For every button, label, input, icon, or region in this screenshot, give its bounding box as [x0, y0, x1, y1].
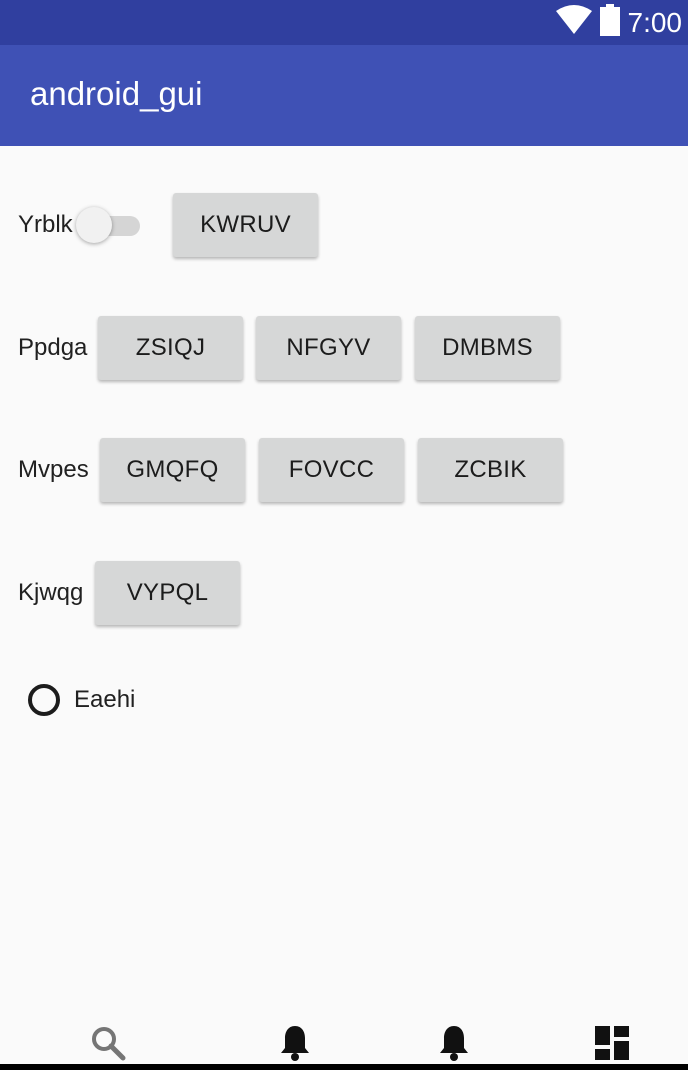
- notifications-icon: [279, 1024, 311, 1067]
- notifications-icon: [438, 1024, 470, 1067]
- kwruv-button[interactable]: KWRUV: [173, 193, 318, 257]
- dmbms-button[interactable]: DMBMS: [415, 316, 560, 380]
- wifi-icon: [555, 5, 592, 40]
- row-label-kjwqg: Kjwqg: [18, 579, 84, 606]
- row-label-mvpes: Mvpes: [18, 456, 89, 483]
- zcbik-button[interactable]: ZCBIK: [418, 438, 563, 502]
- vypql-button[interactable]: VYPQL: [95, 561, 240, 625]
- battery-icon: [599, 4, 620, 41]
- bottom-navigation: [0, 1015, 688, 1070]
- fovcc-button[interactable]: FOVCC: [259, 438, 404, 502]
- row-mvpes: Mvpes GMQFQ FOVCC ZCBIK: [0, 435, 688, 505]
- row-kjwqg: Kjwqg VYPQL: [0, 558, 688, 628]
- app-title: android_gui: [30, 75, 203, 112]
- dashboard-icon: [595, 1025, 629, 1065]
- row-yrblk: Yrblk KWRUV: [0, 190, 688, 260]
- row-label-ppdga: Ppdga: [18, 334, 88, 361]
- switch-thumb: [76, 207, 112, 243]
- nav-notifications-2[interactable]: [434, 1025, 474, 1065]
- status-time: 7:00: [627, 6, 683, 38]
- nav-notifications-1[interactable]: [275, 1025, 315, 1065]
- row-ppdga: Ppdga ZSIQJ NFGYV DMBMS: [0, 313, 688, 383]
- yrblk-switch[interactable]: [76, 206, 142, 244]
- search-icon: [90, 1025, 126, 1066]
- zsiqj-button[interactable]: ZSIQJ: [98, 316, 243, 380]
- nav-dashboard[interactable]: [592, 1025, 632, 1065]
- status-bar: 7:00: [0, 0, 688, 45]
- radio-label: Eaehi: [74, 686, 136, 713]
- nav-search[interactable]: [88, 1025, 128, 1065]
- eaehi-radio[interactable]: Eaehi: [28, 680, 135, 720]
- app-bar: android_gui: [0, 45, 688, 146]
- row-label-yrblk: Yrblk: [18, 211, 73, 238]
- radio-circle-icon[interactable]: [28, 684, 60, 716]
- status-icons: 7:00: [555, 4, 683, 41]
- bottom-edge: [0, 1064, 688, 1070]
- gmqfq-button[interactable]: GMQFQ: [100, 438, 245, 502]
- nfgyv-button[interactable]: NFGYV: [256, 316, 401, 380]
